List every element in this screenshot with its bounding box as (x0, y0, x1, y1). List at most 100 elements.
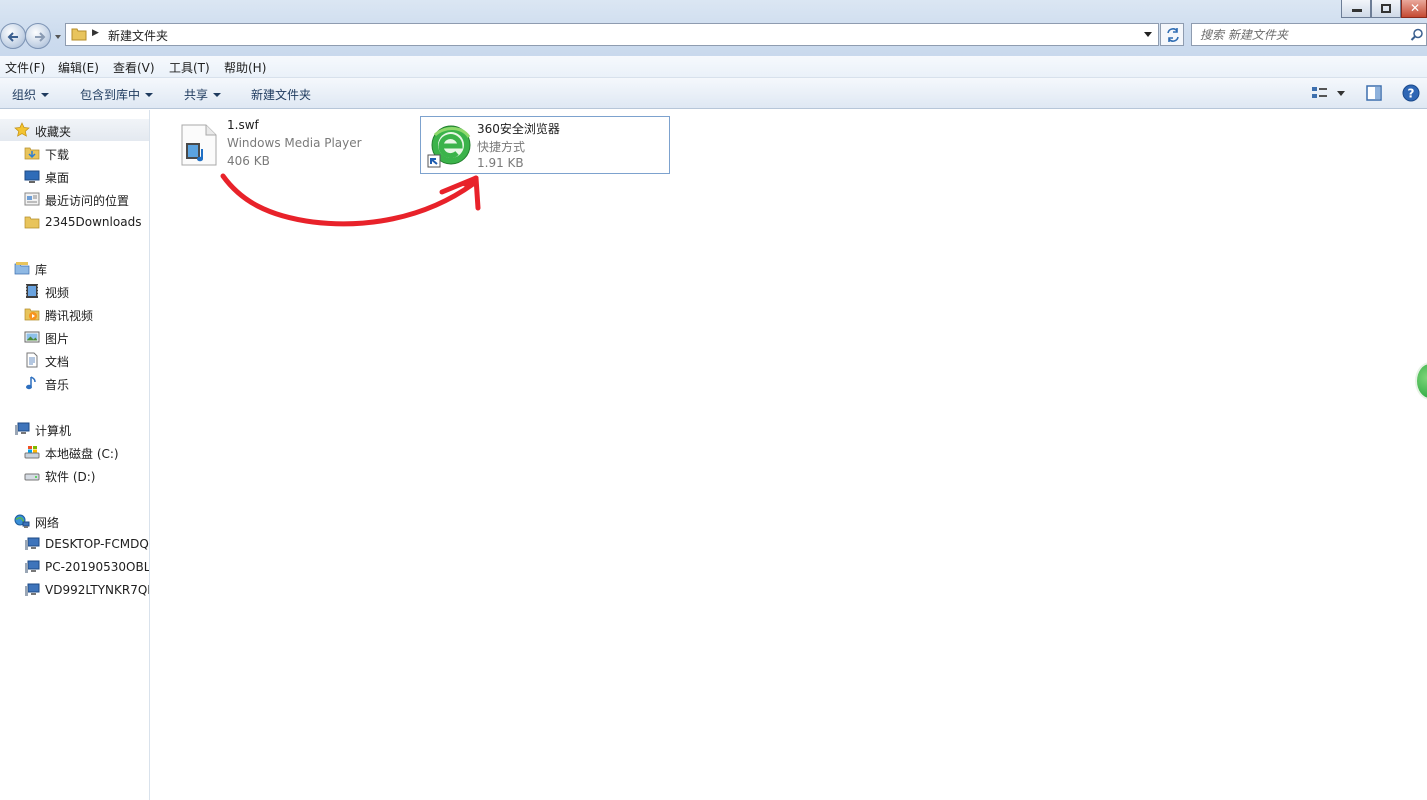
back-button[interactable] (0, 23, 26, 49)
sidebar-item-videos[interactable]: 视频 (0, 280, 149, 302)
recent-pages-dropdown-icon[interactable] (54, 33, 62, 41)
sidebar-item-label: 软件 (D:) (45, 470, 96, 484)
breadcrumb-separator-icon[interactable]: ▶ (92, 28, 99, 38)
menu-tools[interactable]: 工具(T) (169, 59, 210, 76)
share-dropdown-icon (213, 93, 222, 97)
sidebar-network[interactable]: 网络 (0, 510, 149, 532)
command-bar: 组织 包含到库中 共享 新建文件夹 (0, 78, 1427, 109)
file-type: 快捷方式 (477, 140, 526, 154)
breadcrumb-current[interactable]: 新建文件夹 (108, 27, 168, 44)
file-item-swf[interactable]: 1.swf Windows Media Player 406 KB (171, 115, 421, 173)
sidebar-item-drive-d[interactable]: 软件 (D:) (0, 464, 149, 486)
sidebar-item-label: DESKTOP-FCMDQ (45, 537, 149, 551)
back-arrow-icon (7, 32, 18, 42)
network-computer-icon (25, 560, 40, 573)
restore-button[interactable] (1371, 0, 1401, 18)
sidebar-item-label: 腾讯视频 (45, 309, 94, 323)
sidebar-item-documents[interactable]: 文档 (0, 349, 149, 371)
sidebar-item-pictures[interactable]: 图片 (0, 326, 149, 348)
sidebar-item-recent-places[interactable]: 最近访问的位置 (0, 188, 149, 210)
refresh-button[interactable] (1160, 23, 1184, 46)
sidebar-item-label: VD992LTYNKR7QI (45, 583, 150, 597)
address-bar[interactable]: ▶ 新建文件夹 (65, 23, 1159, 46)
title-bar: ▶ 新建文件夹 ✕ (0, 0, 1427, 56)
preview-pane-icon[interactable] (1365, 84, 1383, 102)
close-icon: ✕ (1410, 1, 1421, 15)
file-name: 360安全浏览器 (477, 122, 560, 136)
new-folder-button[interactable]: 新建文件夹 (251, 86, 311, 103)
explorer-window: ▶ 新建文件夹 ✕ 文件(F) 编辑(E) 查看(V) 工具(T) 帮助(H) … (0, 0, 1427, 800)
sidebar-item-tencent-video[interactable]: 腾讯视频 (0, 303, 149, 325)
sidebar-item-network-pc-3[interactable]: VD992LTYNKR7QI (0, 579, 150, 601)
file-name: 1.swf (227, 118, 259, 132)
organize-button[interactable]: 组织 (12, 86, 50, 103)
window-controls: ✕ (1341, 0, 1427, 19)
sidebar-item-label: 文档 (45, 355, 70, 369)
address-dropdown-icon[interactable] (1144, 32, 1152, 37)
menu-help[interactable]: 帮助(H) (224, 59, 266, 76)
sidebar-item-2345downloads[interactable]: 2345Downloads (0, 211, 149, 233)
share-button[interactable]: 共享 (184, 86, 222, 103)
search-box[interactable] (1191, 23, 1427, 46)
sidebar-item-label: 本地磁盘 (C:) (45, 447, 119, 461)
search-input[interactable] (1200, 26, 1400, 43)
navigation-pane: 收藏夹 下载 桌面 最近访问的位置 2345Downloads 库 视频 腾讯视… (0, 110, 150, 800)
sidebar-item-music[interactable]: 音乐 (0, 372, 149, 394)
refresh-icon (1167, 28, 1179, 42)
help-icon[interactable]: ? (1402, 84, 1420, 102)
sidebar-favorites-label: 收藏夹 (35, 125, 72, 139)
tencent-video-icon (24, 308, 40, 321)
change-view-icon[interactable] (1310, 84, 1346, 102)
pictures-icon (24, 331, 40, 343)
media-file-icon (181, 124, 217, 166)
sidebar-item-label: 视频 (45, 286, 70, 300)
sidebar-libraries[interactable]: 库 (0, 257, 149, 279)
sidebar-computer[interactable]: 计算机 (0, 418, 149, 440)
network-icon (14, 514, 30, 528)
file-list[interactable]: 1.swf Windows Media Player 406 KB 360安全浏… (151, 110, 1427, 800)
menu-view[interactable]: 查看(V) (113, 59, 155, 76)
svg-text:?: ? (1408, 87, 1415, 101)
restore-icon (1381, 4, 1391, 13)
network-computer-icon (25, 537, 40, 550)
sidebar-item-desktop[interactable]: 桌面 (0, 165, 149, 187)
include-dropdown-icon (145, 93, 154, 97)
forward-arrow-icon (35, 32, 46, 42)
minimize-button[interactable] (1341, 0, 1371, 18)
star-icon (14, 122, 30, 137)
sidebar-item-network-pc-2[interactable]: PC-20190530OBLA (0, 556, 150, 578)
search-icon[interactable] (1410, 28, 1424, 42)
share-label: 共享 (184, 88, 209, 102)
include-label: 包含到库中 (80, 88, 141, 102)
sidebar-item-downloads[interactable]: 下载 (0, 142, 149, 164)
annotation-arrow (220, 173, 481, 227)
desktop-icon (24, 170, 40, 183)
menu-file[interactable]: 文件(F) (5, 59, 45, 76)
sidebar-favorites[interactable]: 收藏夹 (0, 119, 149, 141)
file-size: 406 KB (227, 154, 270, 168)
sidebar-item-label: 最近访问的位置 (45, 194, 130, 208)
drive-icon (24, 473, 40, 481)
system-drive-icon (24, 446, 40, 459)
sidebar-item-label: 图片 (45, 332, 70, 346)
sidebar-computer-label: 计算机 (35, 424, 72, 438)
sidebar-item-network-pc-1[interactable]: DESKTOP-FCMDQ (0, 533, 149, 555)
close-button[interactable]: ✕ (1401, 0, 1427, 18)
documents-icon (26, 352, 38, 368)
sidebar-item-drive-c[interactable]: 本地磁盘 (C:) (0, 441, 149, 463)
organize-dropdown-icon (41, 93, 50, 97)
library-icon (14, 262, 30, 275)
forward-button[interactable] (25, 23, 51, 49)
include-in-library-button[interactable]: 包含到库中 (80, 86, 154, 103)
minimize-icon (1352, 9, 1362, 12)
video-library-icon (26, 284, 38, 298)
file-size: 1.91 KB (477, 156, 524, 170)
network-computer-icon (25, 583, 40, 596)
sidebar-libraries-label: 库 (35, 263, 48, 277)
sidebar-item-label: PC-20190530OBLA (45, 560, 150, 574)
file-item-360-browser-shortcut[interactable]: 360安全浏览器 快捷方式 1.91 KB (420, 116, 670, 174)
menu-edit[interactable]: 编辑(E) (58, 59, 99, 76)
sidebar-item-label: 音乐 (45, 378, 70, 392)
sidebar-item-label: 桌面 (45, 171, 70, 185)
folder-icon (24, 216, 40, 229)
